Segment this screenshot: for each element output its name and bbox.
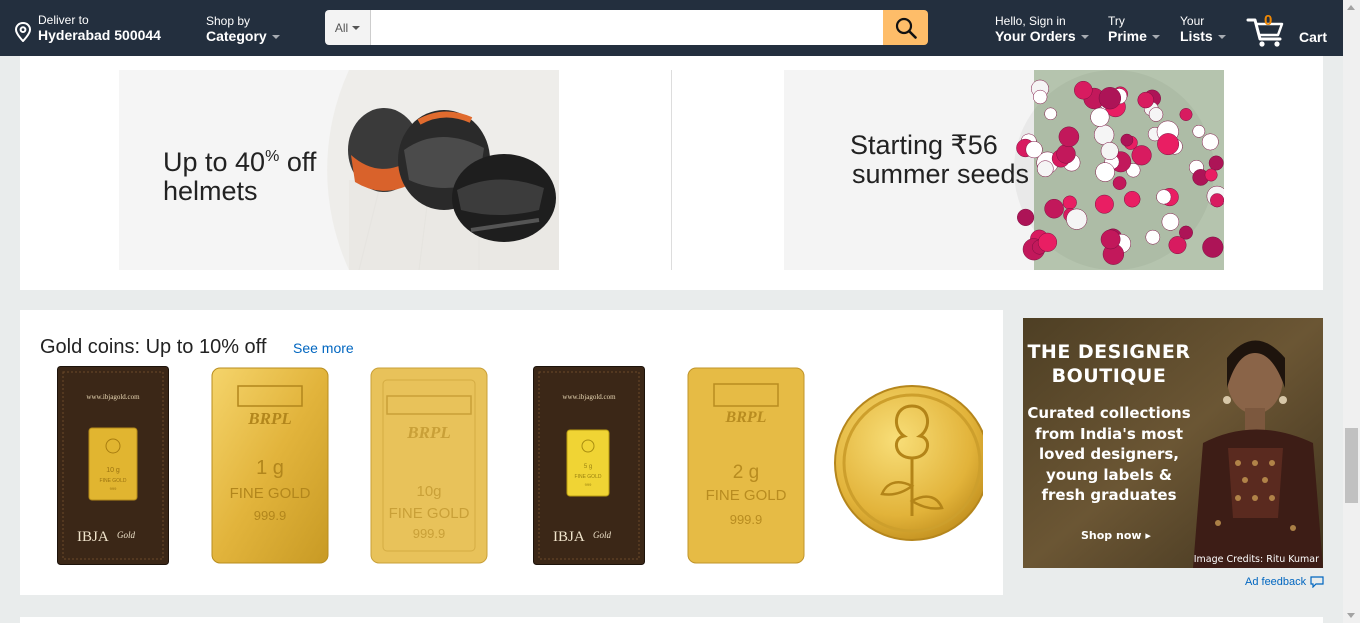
deliver-to-location[interactable]: Deliver to Hyderabad 500044 [14, 14, 161, 43]
brpl-bar-image: BRPL 10g FINE GOLD 999.9 [370, 367, 488, 564]
brpl-purity-text: FINE GOLD [230, 485, 311, 502]
gold-coins-carousel: Gold coins: Up to 10% off See more www.i… [20, 310, 1003, 595]
brpl-weight-text: 2 g [733, 462, 759, 483]
category-label: Category [206, 28, 267, 44]
next-content-panel [20, 617, 1323, 623]
prime-menu[interactable]: Try Prime [1108, 15, 1160, 44]
brpl-bar-image: BRPL 1 g FINE GOLD 999.9 [211, 367, 329, 564]
lists-your-label: Your [1180, 14, 1205, 28]
brpl-logo-text: BRPL [725, 409, 767, 426]
shop-by-category-menu[interactable]: Shop by Category [206, 15, 280, 44]
cart-label: Cart [1299, 29, 1328, 45]
brpl-weight-text: 10g [416, 483, 441, 500]
see-more-link[interactable]: See more [293, 340, 354, 356]
ibja-brand-text: IBJA [77, 529, 109, 545]
ibja-purity-text: FINE GOLD [100, 478, 127, 484]
location-pin-icon [14, 22, 32, 42]
banner-divider [671, 70, 672, 270]
brpl-logo-text: BRPL [247, 409, 291, 428]
ad-body-text: Curated collections from India's most lo… [1027, 404, 1191, 504]
ibja-site-text: www.ibjagold.com [562, 393, 616, 401]
prime-label: Prime [1108, 28, 1147, 44]
deliver-location: Hyderabad 500044 [38, 27, 161, 43]
ibja-brand-text: IBJA [553, 529, 585, 545]
chevron-down-icon [271, 35, 280, 39]
speech-bubble-icon [1310, 576, 1324, 588]
lists-menu[interactable]: Your Lists [1180, 15, 1226, 44]
designer-boutique-ad[interactable]: THE DESIGNER BOUTIQUE Curated collection… [1023, 318, 1323, 568]
brpl-fineness-text: 999.9 [254, 508, 287, 523]
gold-product-rose-coin[interactable] [834, 366, 990, 570]
ibja-weight-text: 10 g [106, 467, 120, 474]
chevron-down-icon [1217, 35, 1226, 39]
search-icon [895, 17, 917, 39]
ad-shop-now-button[interactable]: Shop now ▸ [1081, 529, 1151, 542]
gold-product-brpl-1g[interactable]: BRPL 1 g FINE GOLD 999.9 [210, 366, 330, 570]
helmets-promo-headline: Up to 40% off helmets [163, 147, 317, 206]
cart-count: 0 [1264, 12, 1273, 29]
deliver-label: Deliver to [38, 13, 89, 27]
gold-coin-image [834, 385, 990, 541]
shop-by-label: Shop by [206, 14, 251, 28]
search-department-select[interactable]: All [325, 10, 371, 45]
ad-feedback-label: Ad feedback [1245, 576, 1307, 588]
gold-product-brpl-10g[interactable]: BRPL 10g FINE GOLD 999.9 [369, 366, 489, 570]
gold-product-ibja-10g[interactable]: www.ibjagold.com 10 g FINE GOLD 999 IBJA… [57, 366, 169, 570]
ibja-fineness-text: 999 [110, 486, 117, 491]
search-input[interactable] [371, 10, 883, 45]
brpl-purity-text: FINE GOLD [706, 487, 787, 504]
gold-product-brpl-2g[interactable]: BRPL 2 g FINE GOLD 999.9 [686, 366, 806, 570]
ibja-weight-text: 5 g [584, 464, 592, 470]
gold-product-ibja-5g[interactable]: www.ibjagold.com 5 g FINE GOLD 999 IBJA … [533, 366, 645, 570]
chevron-down-icon [352, 25, 361, 30]
helmets-promo-banner[interactable]: Up to 40% off helmets [119, 70, 559, 270]
prime-try-label: Try [1108, 14, 1125, 28]
search-department-label: All [334, 20, 349, 35]
chevron-down-icon [1151, 35, 1160, 39]
seeds-promo-banner[interactable]: Starting ₹56 summer seeds [784, 70, 1224, 270]
page-scrollbar[interactable] [1343, 0, 1360, 623]
ibja-purity-text: FINE GOLD [575, 474, 602, 480]
seeds-promo-headline: Starting ₹56 summer seeds [850, 130, 1030, 189]
ibja-brand-script-text: Gold [117, 530, 136, 540]
brpl-fineness-text: 999.9 [730, 512, 763, 527]
brpl-bar-image: BRPL 2 g FINE GOLD 999.9 [687, 367, 805, 564]
ad-headline: THE DESIGNER BOUTIQUE [1027, 341, 1191, 387]
cart-button[interactable]: 0 Cart [1246, 12, 1328, 48]
gold-coins-heading: Gold coins: Up to 10% off [40, 336, 267, 358]
promo-banners-panel: Up to 40% off helmets Starting ₹56 summe… [20, 56, 1323, 290]
lists-label: Lists [1180, 28, 1213, 44]
scroll-up-icon[interactable] [1347, 5, 1355, 10]
your-orders-label: Your Orders [995, 28, 1076, 44]
brpl-weight-text: 1 g [256, 457, 284, 479]
account-orders-menu[interactable]: Hello, Sign in Your Orders [995, 15, 1089, 44]
ibja-gold-card-image: www.ibjagold.com 5 g FINE GOLD 999 IBJA … [533, 366, 645, 565]
brpl-purity-text: FINE GOLD [389, 505, 470, 522]
ad-image-credit: Image Credits: Ritu Kumar [1193, 554, 1319, 565]
search-button[interactable] [883, 10, 928, 45]
ibja-brand-script-text: Gold [593, 530, 612, 540]
scrollbar-thumb[interactable] [1345, 428, 1358, 503]
brpl-logo-text: BRPL [406, 423, 450, 442]
account-greeting: Hello, Sign in [995, 14, 1066, 28]
search-bar: All [325, 10, 928, 45]
top-nav-bar: Deliver to Hyderabad 500044 Shop by Cate… [0, 0, 1343, 56]
ibja-fineness-text: 999 [585, 482, 592, 487]
scroll-down-icon[interactable] [1347, 613, 1355, 618]
brpl-fineness-text: 999.9 [413, 526, 446, 541]
ibja-gold-card-image: www.ibjagold.com 10 g FINE GOLD 999 IBJA… [57, 366, 169, 565]
ibja-site-text: www.ibjagold.com [86, 393, 140, 401]
chevron-down-icon [1080, 35, 1089, 39]
ad-feedback-link[interactable]: Ad feedback [1245, 576, 1324, 588]
